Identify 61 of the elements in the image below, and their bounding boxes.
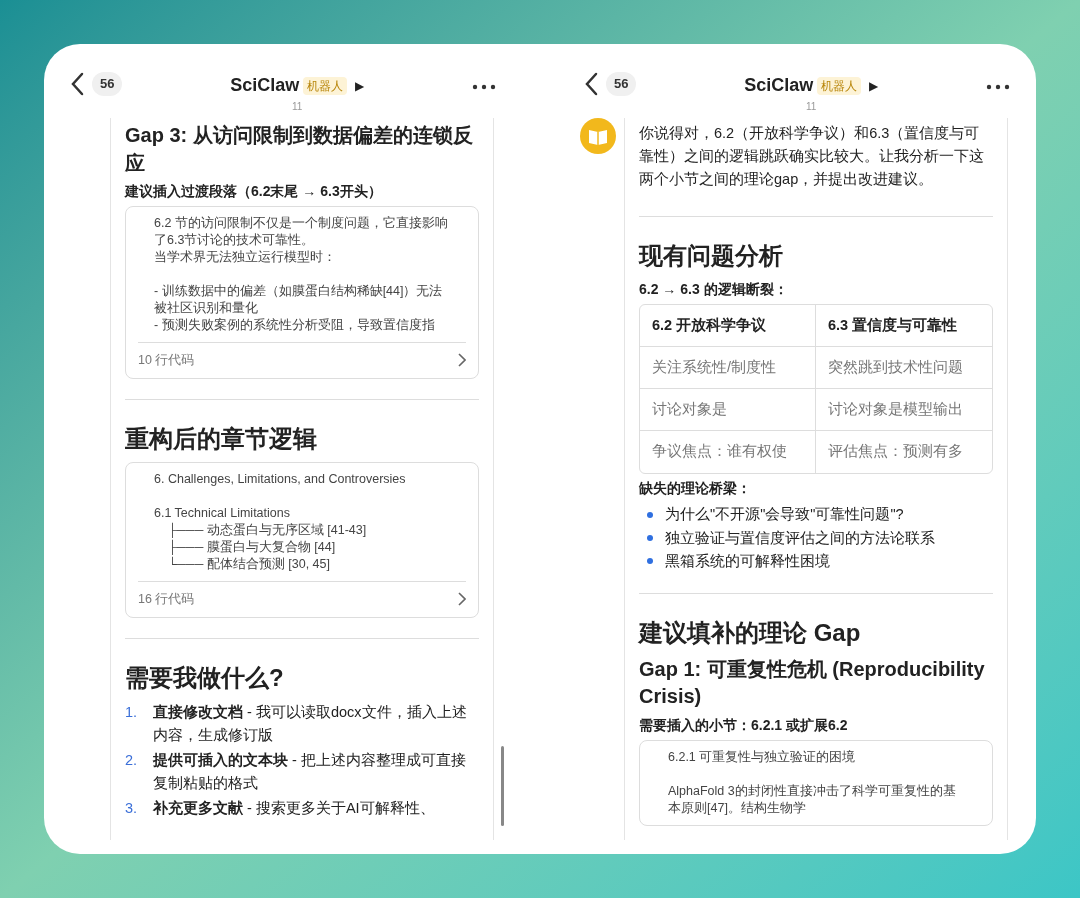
bold-label: 需要插入的小节：6.2.1 或扩展6.2 — [639, 715, 849, 735]
list-number: 2. — [125, 750, 139, 770]
unread-count: 56 — [606, 72, 637, 96]
code-line: - 预测失败案例的系统性分析受阻，导致置信度指 — [154, 317, 436, 334]
chat-title: SciClaw — [744, 74, 814, 97]
code-line: ├─── 动态蛋白与无序区域 [41-43] — [166, 521, 368, 539]
back-icon[interactable] — [584, 72, 598, 96]
line-count: 16 行代码 — [138, 590, 195, 608]
list-item-text: 为什么"不开源"会导致"可靠性问题"? — [665, 505, 904, 525]
bot-tag: 机器人 — [303, 76, 348, 95]
code-line: 6.2 节的访问限制不仅是一个制度问题，它直接影响了6.3节讨论的技术可靠性。 — [154, 215, 449, 249]
list-number: 1. — [125, 702, 139, 722]
list-item-text: 补充更多文献 - 搜索更多关于AI可解释性、 — [153, 799, 435, 819]
line-count: 10 行代码 — [138, 352, 195, 369]
table-cell: 关注系统性/制度性 — [640, 347, 816, 390]
section-heading: 建议填补的理论 Gap — [639, 617, 862, 648]
list-item-text: 提供可插入的文本块 - 把上述内容整理成可直接复制粘贴的格式 — [153, 750, 467, 794]
subsection-heading: Gap 1: 可重复性危机 (Reproducibility Crisis) — [639, 656, 986, 710]
chevron-right-icon[interactable] — [458, 592, 466, 607]
section-heading: 现有问题分析 — [639, 240, 784, 271]
section-heading: 需要我做什么? — [125, 662, 285, 693]
chat-title: SciClaw — [230, 74, 300, 97]
list-item-text: 黑箱系统的可解释性困境 — [665, 551, 830, 571]
chevron-right-icon[interactable] — [458, 353, 466, 368]
subsection-heading: Gap 3: 从访问限制到数据偏差的连锁反应 — [125, 123, 474, 176]
member-count: 11 — [292, 100, 303, 114]
table-cell-text: 评估焦点：预测有多 — [827, 442, 964, 462]
bullet-icon — [647, 511, 653, 518]
table-header-cell: 6.2 开放科学争议 — [640, 304, 816, 348]
code-line: ├─── 膜蛋白与大复合物 [44] — [166, 538, 337, 556]
list-item-text: 独立验证与置信度评估之间的方法论联系 — [665, 528, 935, 548]
bold-label: 建议插入过渡段落（6.2末尾 → 6.3开头） — [125, 182, 383, 201]
unread-count: 56 — [92, 72, 123, 96]
play-icon[interactable]: ▶ — [869, 76, 879, 95]
more-icon[interactable] — [986, 84, 1010, 90]
member-count: 11 — [806, 100, 817, 114]
code-line: AlphaFold 3的封闭性直接冲击了科学可重复性的基本原则[47]。结构生物学 — [668, 782, 957, 817]
list-number: 3. — [125, 799, 139, 819]
code-line: 6.1 Technical Limitations — [154, 504, 291, 522]
message-text: 你说得对，6.2（开放科学争议）和6.3（置信度与可靠性）之间的逻辑跳跃确实比较大。让我分析一下这两个小节之间的理论gap，并提出改进建议。 — [639, 124, 985, 190]
code-line: 6.2.1 可重复性与独立验证的困境 — [668, 748, 857, 766]
table-cell: 讨论对象是 — [640, 389, 816, 432]
bold-label: 6.2 → 6.3 的逻辑断裂： — [639, 279, 789, 299]
table-cell: 争议焦点：谁有权使 — [640, 431, 816, 474]
bold-label: 缺失的理论桥梁： — [639, 479, 752, 499]
bullet-icon — [647, 535, 653, 542]
list-item-text: 直接修改文档 - 我可以读取docx文件，插入上述内容，生成修订版 — [153, 702, 468, 745]
table-cell: 讨论对象是模型输出 — [816, 389, 992, 432]
scrollbar[interactable] — [501, 746, 504, 826]
bullet-icon — [647, 558, 653, 565]
table-header-cell: 6.3 置信度与可靠性 — [816, 304, 992, 348]
code-line: 当学术界无法独立运行模型时： — [154, 249, 337, 266]
table-cell: 突然跳到技术性问题 — [816, 347, 992, 390]
code-line: └─── 配体结合预测 [30, 45] — [166, 555, 331, 573]
code-line: 6. Challenges, Limitations, and Controversies — [154, 470, 407, 488]
back-icon[interactable] — [70, 72, 84, 96]
more-icon[interactable] — [472, 84, 496, 90]
section-heading: 重构后的章节逻辑 — [125, 423, 318, 454]
play-icon[interactable]: ▶ — [355, 76, 365, 95]
bot-tag: 机器人 — [817, 76, 862, 95]
code-line: - 训练数据中的偏差（如膜蛋白结构稀缺[44]）无法被社区识别和量化 — [154, 283, 444, 317]
